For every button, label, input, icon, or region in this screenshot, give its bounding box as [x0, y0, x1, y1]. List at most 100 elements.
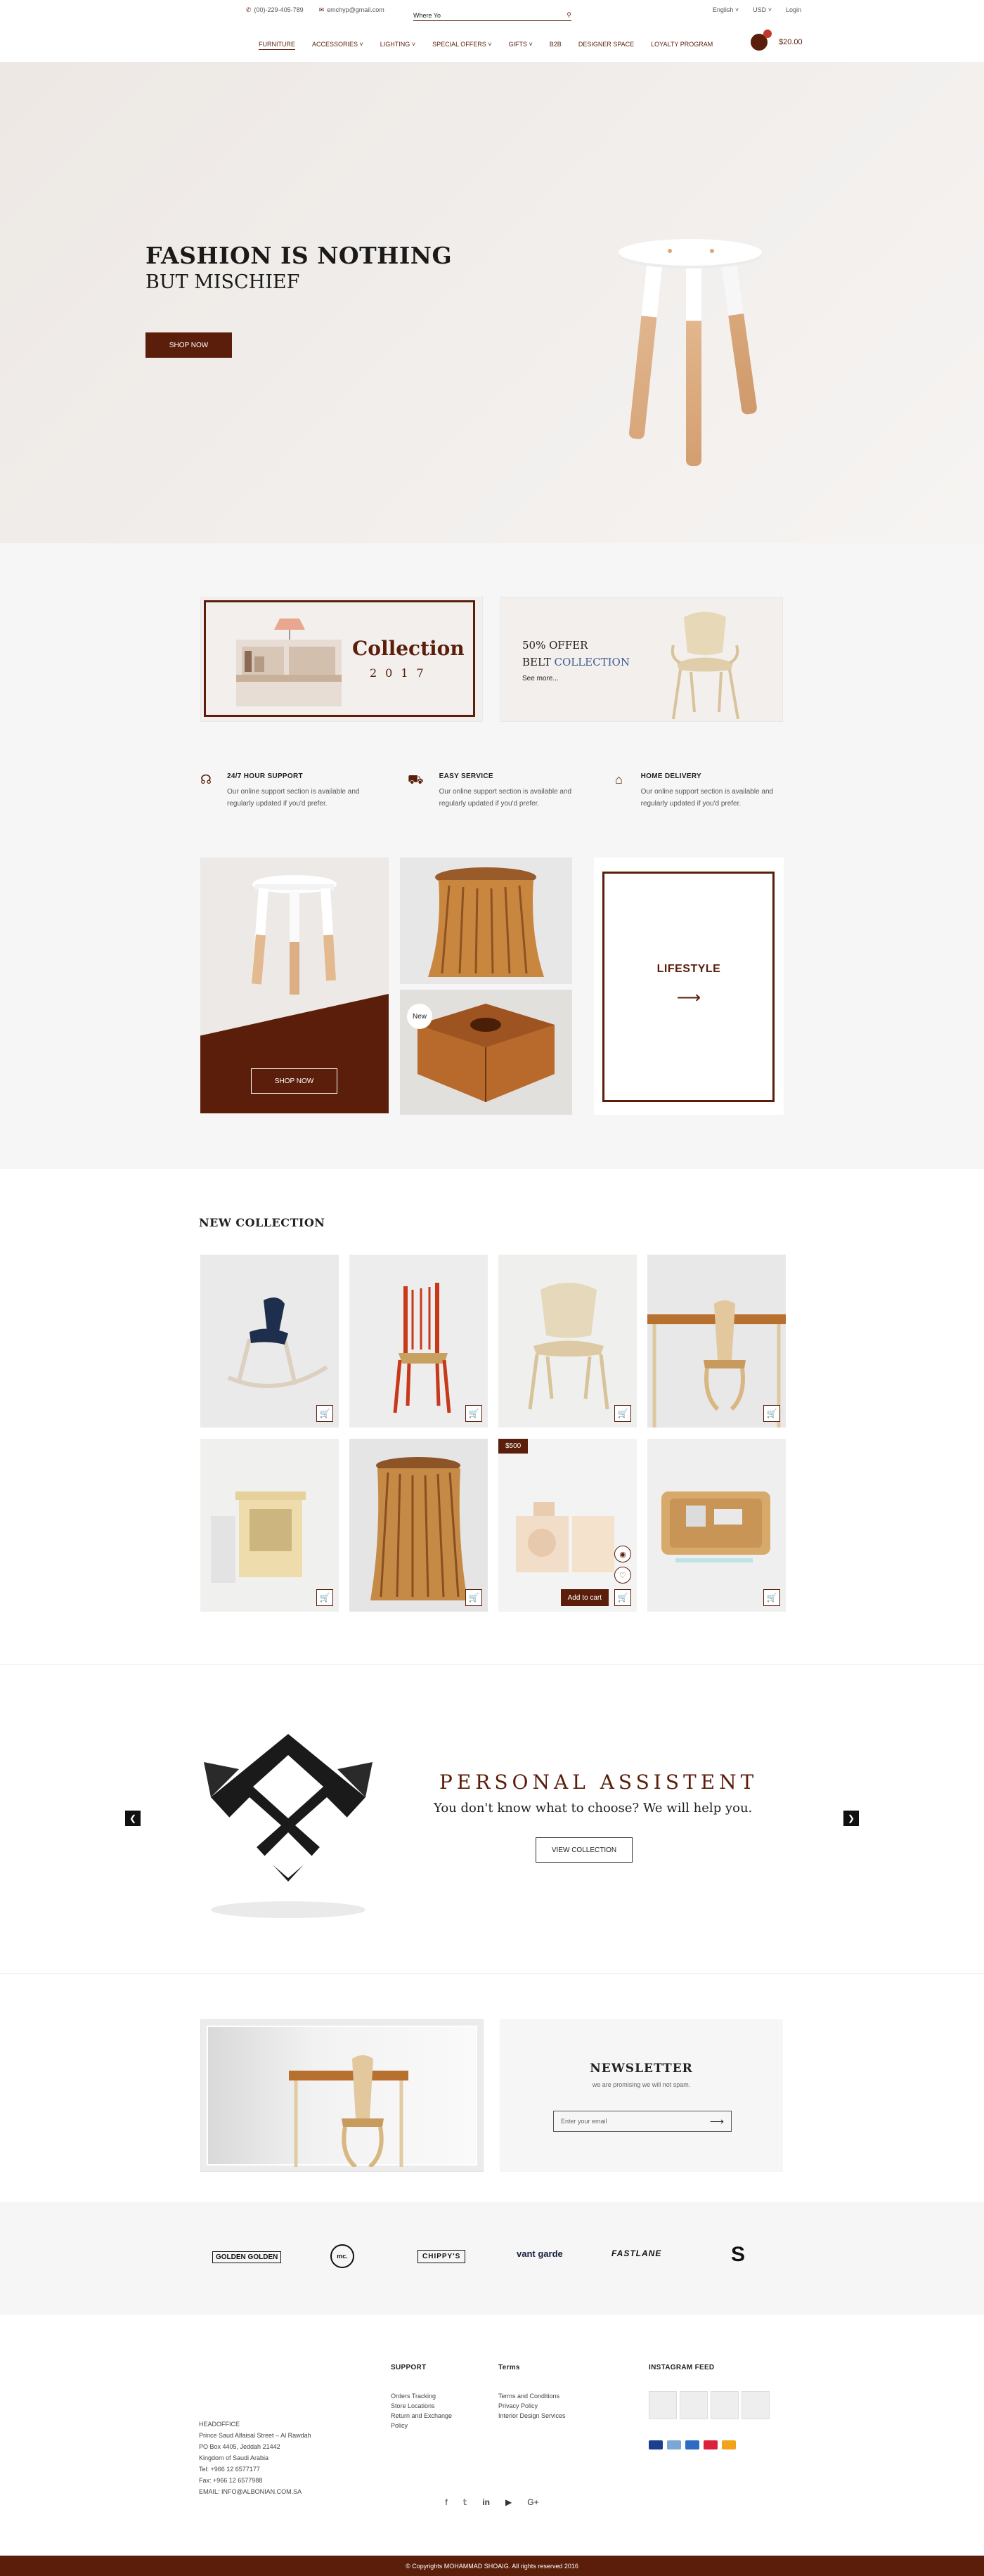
brand-logo-s[interactable]: S [731, 2243, 745, 2267]
footer-link[interactable]: Return and Exchange Policy [391, 2411, 468, 2431]
nav-item-lighting[interactable]: LIGHTING ˅ [380, 41, 415, 50]
instagram-thumb[interactable] [680, 2391, 708, 2419]
phone-number: (00)-229-405-789 [254, 6, 304, 13]
view-collection-button[interactable]: VIEW COLLECTION [536, 1837, 633, 1863]
newsletter-email-input[interactable]: Enter your email ⟶ [553, 2111, 732, 2132]
instagram-thumb[interactable] [649, 2391, 677, 2419]
product-card[interactable]: 🛒 [647, 1439, 786, 1612]
tile-shop-now-button[interactable]: SHOP NOW [251, 1068, 337, 1094]
cart-widget[interactable]: $20.00 [751, 30, 803, 51]
chevron-down-icon: ˅ [734, 6, 739, 13]
product-card[interactable]: 🛒 [200, 1255, 339, 1428]
twitter-icon[interactable]: 𝕥 [463, 2497, 467, 2507]
brand-logo-chippys[interactable]: CHIPPY'S [417, 2250, 466, 2263]
tile-stool[interactable]: SHOP NOW [200, 857, 389, 1113]
personal-assistant-section: ❮ ❯ PERSONAL ASSISTENT You don't know wh… [0, 1664, 984, 1974]
feature-text: Our online support section is available … [439, 788, 572, 808]
hero-stool-image [611, 174, 766, 470]
footer-link[interactable]: Privacy Policy [498, 2401, 566, 2411]
arrow-right-icon[interactable]: ❯ [843, 1811, 859, 1826]
nav-label: LOYALTY PROGRAM [651, 41, 713, 48]
footer-link[interactable]: Terms and Conditions [498, 2391, 566, 2401]
add-to-cart-button[interactable]: Add to cart [560, 1589, 609, 1606]
feature-text: Our online support section is available … [640, 788, 774, 808]
quick-view-eye-icon[interactable]: ◉ [614, 1546, 631, 1562]
footer-link[interactable]: Interior Design Services [498, 2411, 566, 2421]
cart-icon[interactable]: 🛒 [614, 1405, 631, 1422]
arrow-right-icon[interactable]: ⟶ [594, 988, 784, 1008]
nav-item-loyalty-program[interactable]: LOYALTY PROGRAM [651, 41, 713, 50]
chevron-down-icon: ˅ [527, 41, 533, 48]
cart-badge [763, 30, 772, 38]
cart-icon[interactable]: 🛒 [763, 1589, 780, 1606]
login-link[interactable]: Login [786, 6, 801, 13]
nav-label: B2B [549, 41, 562, 48]
feature-text: Our online support section is available … [227, 788, 360, 808]
storage-set-image [516, 1502, 614, 1572]
linkedin-icon[interactable]: in [482, 2497, 490, 2507]
chevron-down-icon: ˅ [410, 41, 416, 48]
see-more-link[interactable]: See more... [522, 675, 559, 682]
youtube-icon[interactable]: ▶ [505, 2497, 512, 2507]
address-line: EMAIL: INFO@ALBONIAN.COM.SA [199, 2488, 302, 2495]
feature-item: ⛟ EASY SERVICE Our online support section … [408, 772, 576, 810]
address-line: Kingdom of Saudi Arabia [199, 2454, 269, 2461]
product-card[interactable]: 🛒 [498, 1255, 637, 1428]
collection-banner[interactable]: Collection 2017 [200, 597, 483, 722]
cart-icon[interactable]: 🛒 [316, 1589, 333, 1606]
nav-item-accessories[interactable]: ACCESSORIES ˅ [312, 41, 363, 50]
nav-item-gifts[interactable]: GIFTS ˅ [509, 41, 533, 50]
site-header: ✆ (00)-229-405-789 ✉ emchyp@gmail.com Wh… [0, 0, 984, 62]
cart-icon[interactable]: 🛒 [316, 1405, 333, 1422]
cart-icon[interactable] [751, 30, 772, 51]
footer-link[interactable]: Orders Tracking [391, 2391, 468, 2401]
brand-chippys-text: CHIPPY'S [422, 2253, 461, 2260]
brand-logo-mc[interactable]: mc. [330, 2244, 354, 2268]
assistant-subtitle: You don't know what to choose? We will h… [434, 1801, 753, 1816]
geometric-sculpture-image [204, 1734, 373, 1918]
feature-item: ⌂ HOME DELIVERY Our online support section… [615, 772, 784, 810]
tile-wooden-table[interactable]: New [400, 990, 572, 1115]
facebook-icon[interactable]: f [445, 2497, 447, 2507]
product-card[interactable]: $500 ◉ ♡ Add to cart 🛒 [498, 1439, 637, 1612]
wooden-stool-product-image [370, 1457, 467, 1600]
cart-icon[interactable]: 🛒 [614, 1589, 631, 1606]
email-contact[interactable]: ✉ emchyp@gmail.com [319, 6, 384, 14]
mail-icon: ✉ [318, 6, 325, 13]
features-row: ☊ 24/7 HOUR SUPPORT Our online support sec… [200, 772, 784, 810]
offer-line1: 50% OFFER [522, 639, 588, 652]
phone-contact[interactable]: ✆ (00)-229-405-789 [246, 6, 304, 14]
brand-logo-golden[interactable]: GOLDEN GOLDEN [212, 2251, 282, 2263]
nav-item-designer-space[interactable]: DESIGNER SPACE [578, 41, 634, 50]
search-icon[interactable]: ⚲ [567, 11, 571, 19]
language-label: English [712, 6, 734, 13]
google-plus-icon[interactable]: G+ [527, 2497, 538, 2507]
wishlist-heart-icon[interactable]: ♡ [614, 1567, 631, 1584]
nav-label: LIGHTING [380, 41, 410, 48]
product-card[interactable]: 🛒 [200, 1439, 339, 1612]
product-card[interactable]: 🛒 [349, 1439, 488, 1612]
tile-wooden-stool[interactable] [400, 857, 572, 984]
offer-banner[interactable]: 50% OFFER BELT COLLECTION See more... [500, 597, 783, 722]
hero-title: FASHION IS NOTHING [145, 242, 453, 269]
footer-link[interactable]: Store Locations [391, 2401, 468, 2411]
nav-item-furniture[interactable]: FURNITURE [259, 41, 295, 50]
product-card[interactable]: 🛒 [349, 1255, 488, 1428]
brands-strip: GOLDEN GOLDEN mc. CHIPPY'S vant garde FA… [0, 2202, 984, 2315]
product-card[interactable]: 🛒 [647, 1255, 786, 1428]
instagram-thumb[interactable] [711, 2391, 739, 2419]
cart-icon[interactable]: 🛒 [465, 1589, 482, 1606]
hero-shop-now-button[interactable]: SHOP NOW [145, 332, 232, 358]
nav-item-b2b[interactable]: B2B [550, 41, 562, 50]
instagram-thumb[interactable] [742, 2391, 770, 2419]
brand-logo-fastlane[interactable]: FASTLANE [611, 2248, 661, 2258]
tile-lifestyle[interactable]: LIFESTYLE ⟶ [594, 857, 784, 1115]
cart-icon[interactable]: 🛒 [465, 1405, 482, 1422]
brand-logo-vantgarde[interactable]: vant garde [517, 2248, 563, 2259]
nav-item-special-offers[interactable]: SPECIAL OFFERS ˅ [432, 41, 491, 50]
currency-select[interactable]: USD ˅ [753, 6, 772, 13]
arrow-left-icon[interactable]: ❮ [125, 1811, 141, 1826]
arrow-right-icon[interactable]: ⟶ [710, 2116, 724, 2128]
language-select[interactable]: English ˅ [713, 6, 739, 13]
cart-icon[interactable]: 🛒 [763, 1405, 780, 1422]
